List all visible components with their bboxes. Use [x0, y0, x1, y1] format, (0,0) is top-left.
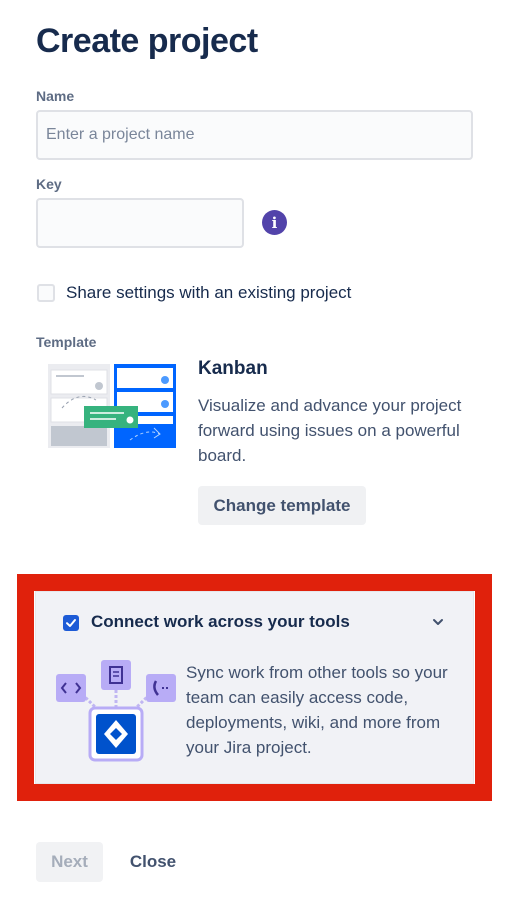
chevron-down-icon[interactable] — [431, 615, 445, 629]
page-title: Create project — [36, 22, 258, 60]
connect-tools-checkbox[interactable] — [63, 615, 79, 631]
jira-logo-icon — [88, 706, 144, 762]
change-template-button[interactable]: Change template — [198, 486, 366, 525]
share-settings-label: Share settings with an existing project — [66, 283, 352, 302]
next-button[interactable]: Next — [36, 842, 103, 882]
key-label: Key — [36, 176, 62, 192]
close-button[interactable]: Close — [118, 842, 188, 882]
project-key-input[interactable] — [36, 198, 244, 248]
connect-tools-title: Connect work across your tools — [91, 612, 350, 631]
template-name: Kanban — [198, 358, 268, 379]
connect-tools-description: Sync work from other tools so your team … — [186, 663, 448, 757]
info-icon[interactable]: i — [262, 210, 287, 235]
name-label: Name — [36, 88, 75, 104]
checkmark-icon — [66, 619, 76, 627]
share-settings-row[interactable]: Share settings with an existing project — [37, 283, 351, 303]
template-description: Visualize and advance your project forwa… — [198, 396, 462, 465]
document-icon — [101, 660, 131, 690]
code-icon — [56, 674, 86, 702]
share-settings-checkbox[interactable] — [37, 284, 55, 302]
connect-tools-illustration — [56, 660, 176, 762]
template-section-label: Template — [36, 334, 97, 350]
phone-icon — [146, 674, 176, 702]
kanban-template-illustration — [48, 364, 176, 448]
project-name-input[interactable] — [36, 110, 473, 160]
